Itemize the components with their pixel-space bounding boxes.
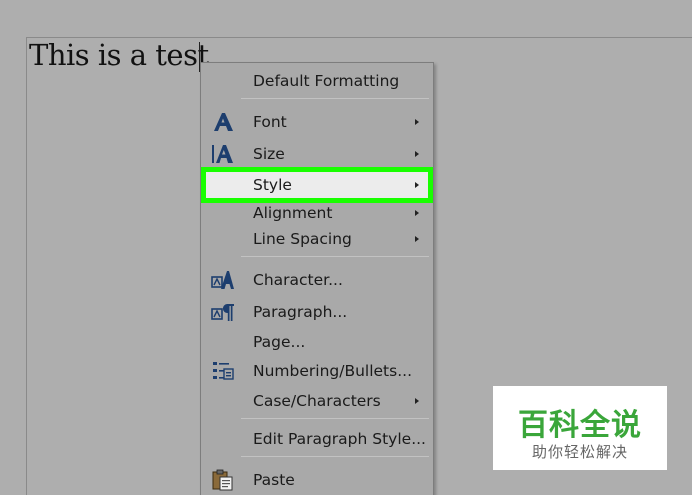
- menu-item-label: Font: [253, 113, 287, 131]
- submenu-arrow-icon: [415, 210, 419, 216]
- menu-item-alignment[interactable]: Alignment: [201, 199, 433, 227]
- menu-separator: [241, 256, 429, 257]
- menu-item-label: Page...: [253, 333, 306, 351]
- menu-item-label: Alignment: [253, 204, 333, 222]
- submenu-arrow-icon: [415, 151, 419, 157]
- menu-item-label: Character...: [253, 271, 343, 289]
- menu-item-default-formatting[interactable]: Default Formatting: [201, 67, 433, 95]
- menu-item-case-characters[interactable]: Case/Characters: [201, 387, 433, 415]
- context-menu: Default Formatting Font Size Alignment S…: [200, 62, 434, 495]
- menu-item-label: Size: [253, 145, 285, 163]
- menu-item-label: Default Formatting: [253, 72, 400, 90]
- font-size-icon: [211, 143, 235, 165]
- watermark-subtitle: 助你轻松解决: [531, 443, 628, 461]
- menu-item-line-spacing[interactable]: Line Spacing: [201, 225, 433, 253]
- menu-item-label: Numbering/Bullets...: [253, 362, 412, 380]
- menu-item-label: Style: [253, 176, 292, 194]
- submenu-arrow-icon: [415, 398, 419, 404]
- menu-item-numbering-bullets[interactable]: Numbering/Bullets...: [201, 357, 433, 385]
- menu-item-character[interactable]: Character...: [201, 266, 433, 294]
- menu-item-font[interactable]: Font: [201, 108, 433, 136]
- highlight-frame: [201, 167, 433, 203]
- paste-icon: [211, 469, 235, 491]
- font-icon: [211, 111, 235, 133]
- menu-item-size[interactable]: Size: [201, 140, 433, 168]
- menu-item-page[interactable]: Page...: [201, 328, 433, 356]
- watermark-title: 百科全说: [518, 408, 642, 443]
- menu-item-label: Paragraph...: [253, 303, 348, 321]
- menu-item-label: Paste: [253, 471, 295, 489]
- character-icon: [211, 269, 235, 291]
- menu-item-edit-paragraph-style[interactable]: Edit Paragraph Style...: [201, 425, 433, 453]
- menu-item-paste[interactable]: Paste: [201, 466, 433, 494]
- menu-item-label: Case/Characters: [253, 392, 381, 410]
- menu-separator: [241, 418, 429, 419]
- menu-separator: [241, 456, 429, 457]
- menu-item-label: Edit Paragraph Style...: [253, 430, 426, 448]
- submenu-arrow-icon: [415, 182, 419, 188]
- menu-item-paragraph[interactable]: Paragraph...: [201, 298, 433, 326]
- submenu-arrow-icon: [415, 119, 419, 125]
- document-text[interactable]: This is a test: [29, 38, 209, 72]
- submenu-arrow-icon: [415, 236, 419, 242]
- menu-item-label: Line Spacing: [253, 230, 352, 248]
- watermark-logo: 百科全说 助你轻松解决: [493, 386, 667, 470]
- paragraph-icon: [211, 301, 235, 323]
- menu-item-style[interactable]: Style: [201, 167, 433, 203]
- menu-separator: [241, 98, 429, 99]
- numbering-icon: [211, 360, 235, 382]
